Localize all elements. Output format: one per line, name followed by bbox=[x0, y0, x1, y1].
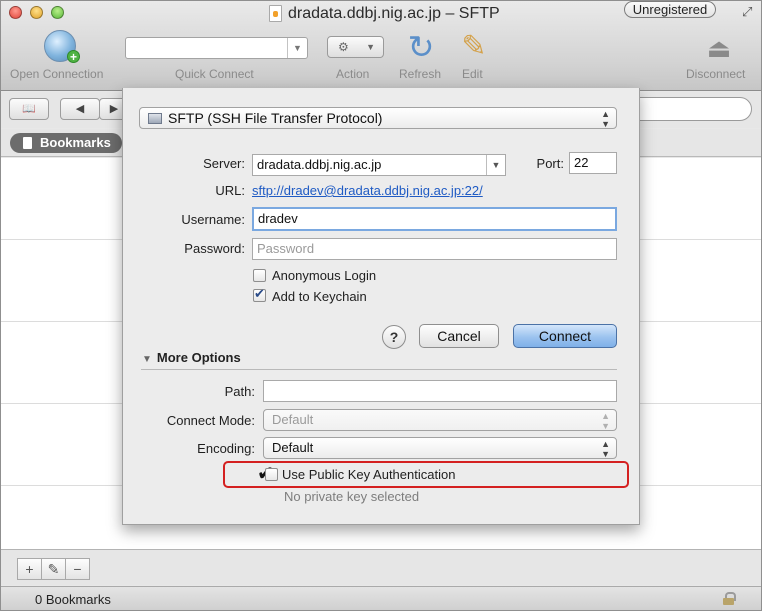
edit-bookmark-button[interactable]: ✎ bbox=[41, 558, 66, 580]
document-icon bbox=[269, 5, 282, 22]
tab-bookmarks[interactable]: Bookmarks bbox=[10, 133, 122, 153]
action-button[interactable]: ⚙ ▼ bbox=[327, 36, 384, 58]
add-bookmark-button[interactable]: + bbox=[17, 558, 42, 580]
add-to-keychain-label[interactable]: Add to Keychain bbox=[272, 289, 367, 304]
more-options-disclosure[interactable]: ▼ More Options bbox=[142, 350, 241, 365]
bookmarks-toggle-button[interactable]: 📖 bbox=[9, 98, 49, 120]
refresh-label[interactable]: Refresh bbox=[399, 67, 441, 81]
minimize-window-button[interactable] bbox=[30, 6, 43, 19]
encoding-value: Default bbox=[272, 440, 314, 455]
path-field[interactable] bbox=[263, 380, 617, 402]
updown-arrows-icon: ▲ ▼ bbox=[601, 439, 610, 459]
cancel-button[interactable]: Cancel bbox=[419, 324, 499, 348]
anonymous-login-label[interactable]: Anonymous Login bbox=[272, 268, 376, 283]
chevron-down-icon[interactable]: ▼ bbox=[287, 38, 307, 58]
public-key-auth-checkbox[interactable] bbox=[265, 468, 278, 481]
updown-arrows-icon: ▲ ▼ bbox=[601, 109, 610, 129]
title-toolbar: dradata.ddbj.nig.ac.jp – SFTP Unregister… bbox=[1, 1, 761, 91]
status-bar: 0 Bookmarks bbox=[1, 586, 761, 610]
app-window: dradata.ddbj.nig.ac.jp – SFTP Unregister… bbox=[0, 0, 762, 611]
book-icon: 📖 bbox=[22, 103, 36, 115]
port-label: Port: bbox=[536, 156, 564, 171]
minus-icon: − bbox=[73, 561, 82, 577]
action-label: Action bbox=[336, 67, 370, 81]
port-field[interactable]: 22 bbox=[569, 152, 617, 174]
edit-pencil-icon[interactable]: ✎ bbox=[457, 29, 491, 65]
password-field[interactable]: Password bbox=[252, 238, 617, 260]
username-field[interactable]: dradev bbox=[252, 207, 617, 231]
forward-arrow-icon: ▶ bbox=[109, 103, 119, 115]
chevron-down-icon[interactable]: ▼ bbox=[486, 155, 505, 175]
anonymous-login-checkbox[interactable] bbox=[253, 269, 266, 282]
chevron-down-icon: ▼ bbox=[366, 42, 375, 52]
disclosure-triangle-icon: ▼ bbox=[142, 354, 152, 365]
url-label: URL: bbox=[215, 183, 245, 198]
server-label: Server: bbox=[203, 156, 245, 171]
remove-bookmark-button[interactable]: − bbox=[65, 558, 90, 580]
disconnect-label[interactable]: Disconnect bbox=[686, 67, 745, 81]
drive-icon bbox=[148, 113, 162, 124]
refresh-icon[interactable]: ↻ bbox=[404, 30, 438, 64]
username-label: Username: bbox=[181, 212, 245, 227]
quick-connect-label: Quick Connect bbox=[175, 67, 254, 81]
quick-connect-combo[interactable]: ▼ bbox=[125, 37, 308, 59]
connect-mode-label: Connect Mode: bbox=[166, 413, 255, 428]
divider bbox=[141, 369, 617, 370]
gear-icon: ⚙ bbox=[338, 40, 349, 54]
zoom-window-button[interactable] bbox=[51, 6, 64, 19]
fullscreen-icon[interactable]: ⤢ bbox=[742, 4, 752, 20]
back-arrow-icon: ◀ bbox=[75, 103, 85, 115]
bookmark-actions-bar: + ✎ − bbox=[1, 549, 761, 585]
open-connection-label[interactable]: Open Connection bbox=[10, 67, 103, 81]
disconnect-eject-icon[interactable]: ⏏ bbox=[703, 33, 735, 63]
connect-mode-value: Default bbox=[272, 412, 314, 427]
encoding-select[interactable]: Default ▲ ▼ bbox=[263, 437, 617, 459]
close-window-button[interactable] bbox=[9, 6, 22, 19]
lock-icon bbox=[723, 592, 736, 605]
public-key-auth-label[interactable]: Use Public Key Authentication bbox=[282, 467, 455, 482]
plus-icon: + bbox=[25, 561, 34, 577]
edit-label[interactable]: Edit bbox=[462, 67, 483, 81]
encoding-label: Encoding: bbox=[197, 441, 255, 456]
plus-icon: + bbox=[67, 50, 80, 63]
protocol-value: SFTP (SSH File Transfer Protocol) bbox=[168, 110, 383, 126]
bookmark-count: 0 Bookmarks bbox=[35, 592, 111, 607]
unregistered-badge[interactable]: Unregistered bbox=[624, 1, 716, 18]
connect-button[interactable]: Connect bbox=[513, 324, 617, 348]
protocol-select[interactable]: SFTP (SSH File Transfer Protocol) ▲ ▼ bbox=[139, 107, 617, 129]
updown-arrows-icon: ▲ ▼ bbox=[601, 411, 610, 431]
server-combo[interactable]: dradata.ddbj.nig.ac.jp ▼ bbox=[252, 154, 506, 176]
password-label: Password: bbox=[184, 241, 245, 256]
path-label: Path: bbox=[224, 384, 255, 399]
url-link[interactable]: sftp://dradev@dradata.ddbj.nig.ac.jp:22/ bbox=[252, 183, 483, 198]
server-value: dradata.ddbj.nig.ac.jp bbox=[257, 157, 382, 172]
more-options-label: More Options bbox=[156, 350, 241, 365]
connect-mode-select: Default ▲ ▼ bbox=[263, 409, 617, 431]
window-title: dradata.ddbj.nig.ac.jp – SFTP bbox=[288, 5, 500, 22]
open-connection-sheet: SFTP (SSH File Transfer Protocol) ▲ ▼ Ser… bbox=[122, 88, 640, 525]
pencil-icon: ✎ bbox=[47, 561, 60, 577]
add-to-keychain-checkbox[interactable] bbox=[253, 287, 266, 302]
help-button[interactable]: ? bbox=[382, 325, 406, 349]
private-key-status: No private key selected bbox=[284, 489, 420, 504]
back-button[interactable]: ◀ bbox=[60, 98, 100, 120]
